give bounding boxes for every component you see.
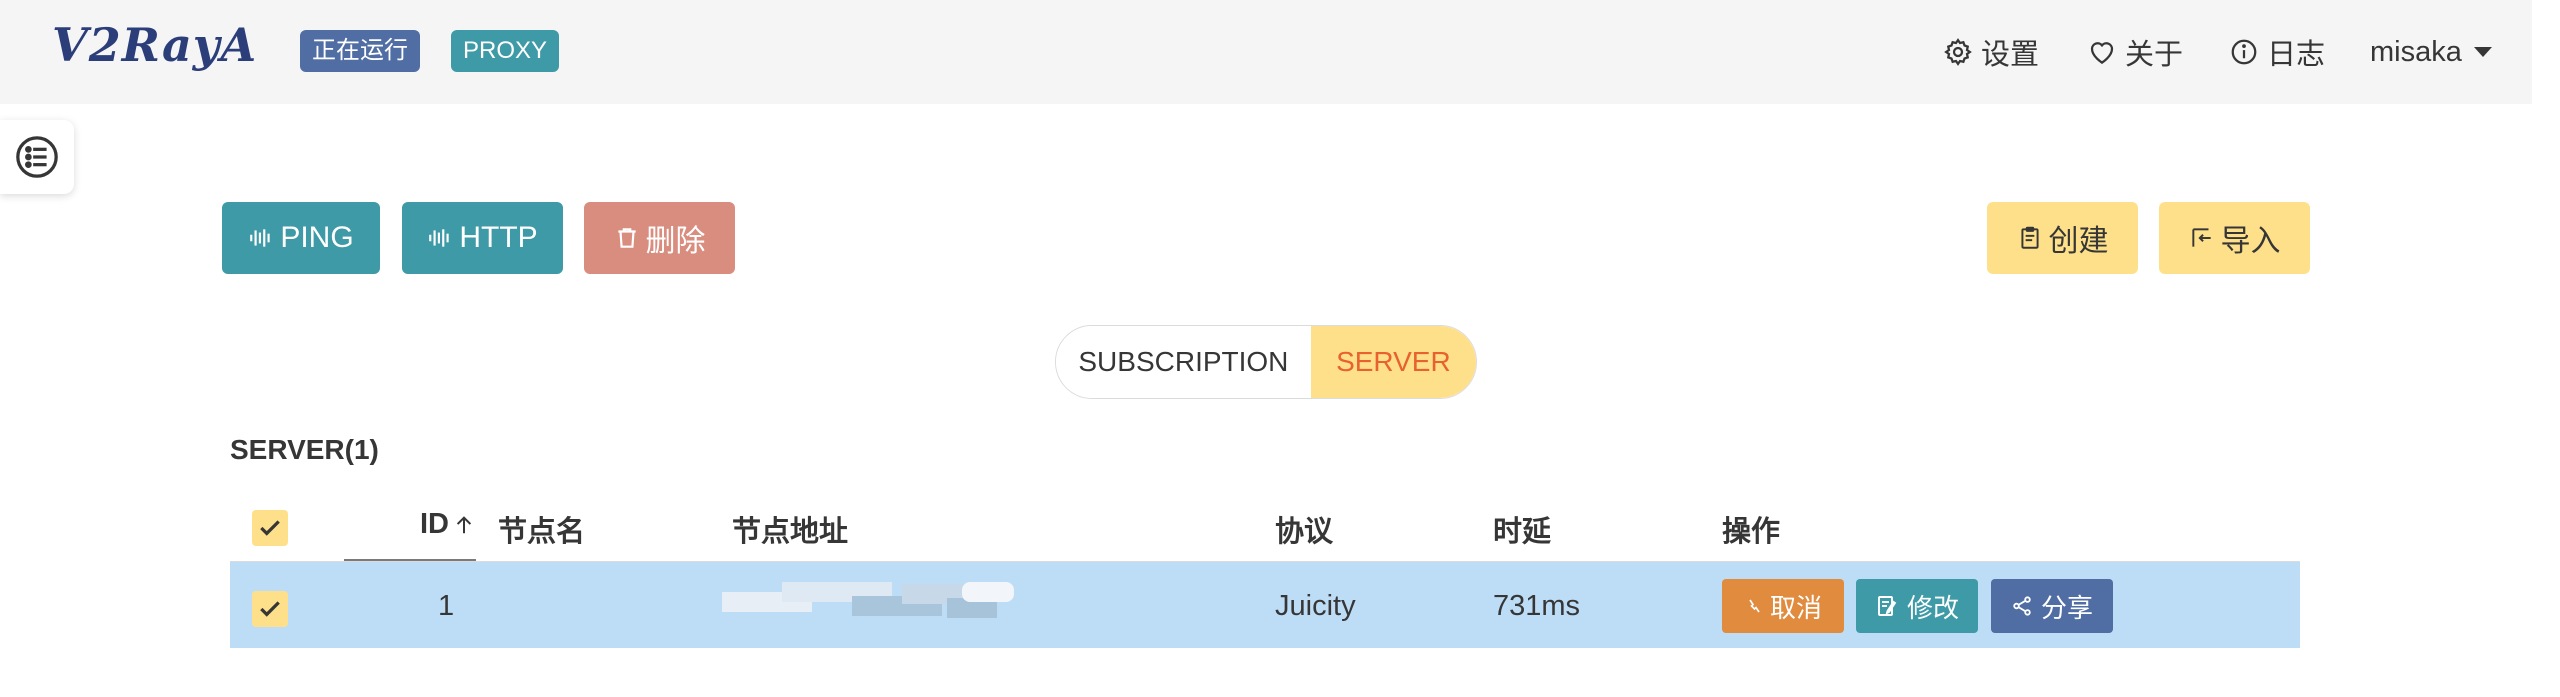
select-all-checkbox[interactable] — [252, 510, 288, 546]
http-label: HTTP — [459, 221, 538, 254]
link-icon — [1749, 599, 1760, 613]
ping-label: PING — [280, 221, 354, 254]
cancel-button[interactable]: 取消 — [1722, 579, 1844, 633]
blurred-address — [722, 582, 1014, 622]
column-header-address[interactable]: 节点地址 — [732, 508, 848, 550]
list-icon — [16, 136, 58, 178]
settings-link[interactable]: 设置 — [1943, 30, 2039, 74]
delete-button[interactable]: 删除 — [584, 202, 735, 274]
heart-icon — [2090, 42, 2114, 64]
wave-icon — [250, 229, 270, 247]
import-label: 导入 — [2220, 225, 2281, 258]
share-button[interactable]: 分享 — [1991, 579, 2113, 633]
import-button[interactable]: 导入 — [2159, 202, 2310, 274]
log-link[interactable]: 日志 — [2229, 30, 2325, 74]
view-tabs: SUBSCRIPTION SERVER — [1055, 325, 1477, 399]
create-button[interactable]: 创建 — [1987, 202, 2138, 274]
http-button[interactable]: HTTP — [402, 202, 563, 274]
row-protocol: Juicity — [1275, 590, 1356, 622]
floating-menu-button[interactable] — [0, 120, 74, 194]
column-header-latency[interactable]: 时延 — [1493, 508, 1551, 550]
edit-label: 修改 — [1906, 592, 1959, 623]
trash-icon — [617, 228, 636, 248]
row-id: 1 — [438, 590, 455, 622]
user-menu[interactable]: misaka — [2370, 30, 2492, 74]
import-icon — [2191, 228, 2211, 247]
column-header-name[interactable]: 节点名 — [498, 508, 585, 550]
checkmark-icon — [260, 520, 280, 536]
row-checkbox[interactable] — [252, 591, 288, 627]
caret-down-icon — [2473, 47, 2492, 57]
info-icon — [2231, 39, 2257, 65]
wave-icon — [429, 229, 449, 247]
settings-label: 设置 — [1981, 39, 2040, 71]
gear-icon — [1944, 38, 1972, 66]
delete-label: 删除 — [645, 225, 706, 258]
table-row[interactable] — [230, 562, 2300, 648]
share-label: 分享 — [2040, 592, 2093, 623]
tab-subscription[interactable]: SUBSCRIPTION — [1056, 326, 1311, 398]
proxy-mode-badge: PROXY — [451, 30, 560, 72]
section-title: SERVER(1) — [230, 434, 379, 465]
column-header-operations: 操作 — [1722, 516, 1781, 548]
edit-button[interactable]: 修改 — [1856, 579, 1978, 633]
edit-icon — [1878, 596, 1897, 616]
row-latency: 731ms — [1493, 590, 1581, 622]
tab-server[interactable]: SERVER — [1310, 326, 1476, 398]
column-header-id[interactable]: ID — [420, 508, 449, 541]
create-label: 创建 — [2048, 225, 2109, 258]
checkmark-icon — [260, 601, 280, 617]
clipboard-icon — [2020, 226, 2039, 249]
running-status-badge: 正在运行 — [300, 30, 420, 72]
sort-up-icon — [456, 516, 472, 534]
username: misaka — [2370, 35, 2462, 68]
about-link[interactable]: 关于 — [2087, 30, 2183, 74]
share-icon — [2013, 596, 2031, 616]
column-header-protocol[interactable]: 协议 — [1275, 508, 1333, 550]
cancel-label: 取消 — [1769, 592, 1822, 623]
about-label: 关于 — [2125, 39, 2184, 71]
page-scrollbar[interactable] — [2532, 0, 2560, 697]
log-label: 日志 — [2267, 39, 2326, 71]
ping-button[interactable]: PING — [222, 202, 380, 274]
app-logo[interactable]: V2RayA — [52, 18, 257, 72]
navbar: V2RayA 正在运行 PROXY 设置 关于 日志 misaka — [0, 0, 2532, 104]
